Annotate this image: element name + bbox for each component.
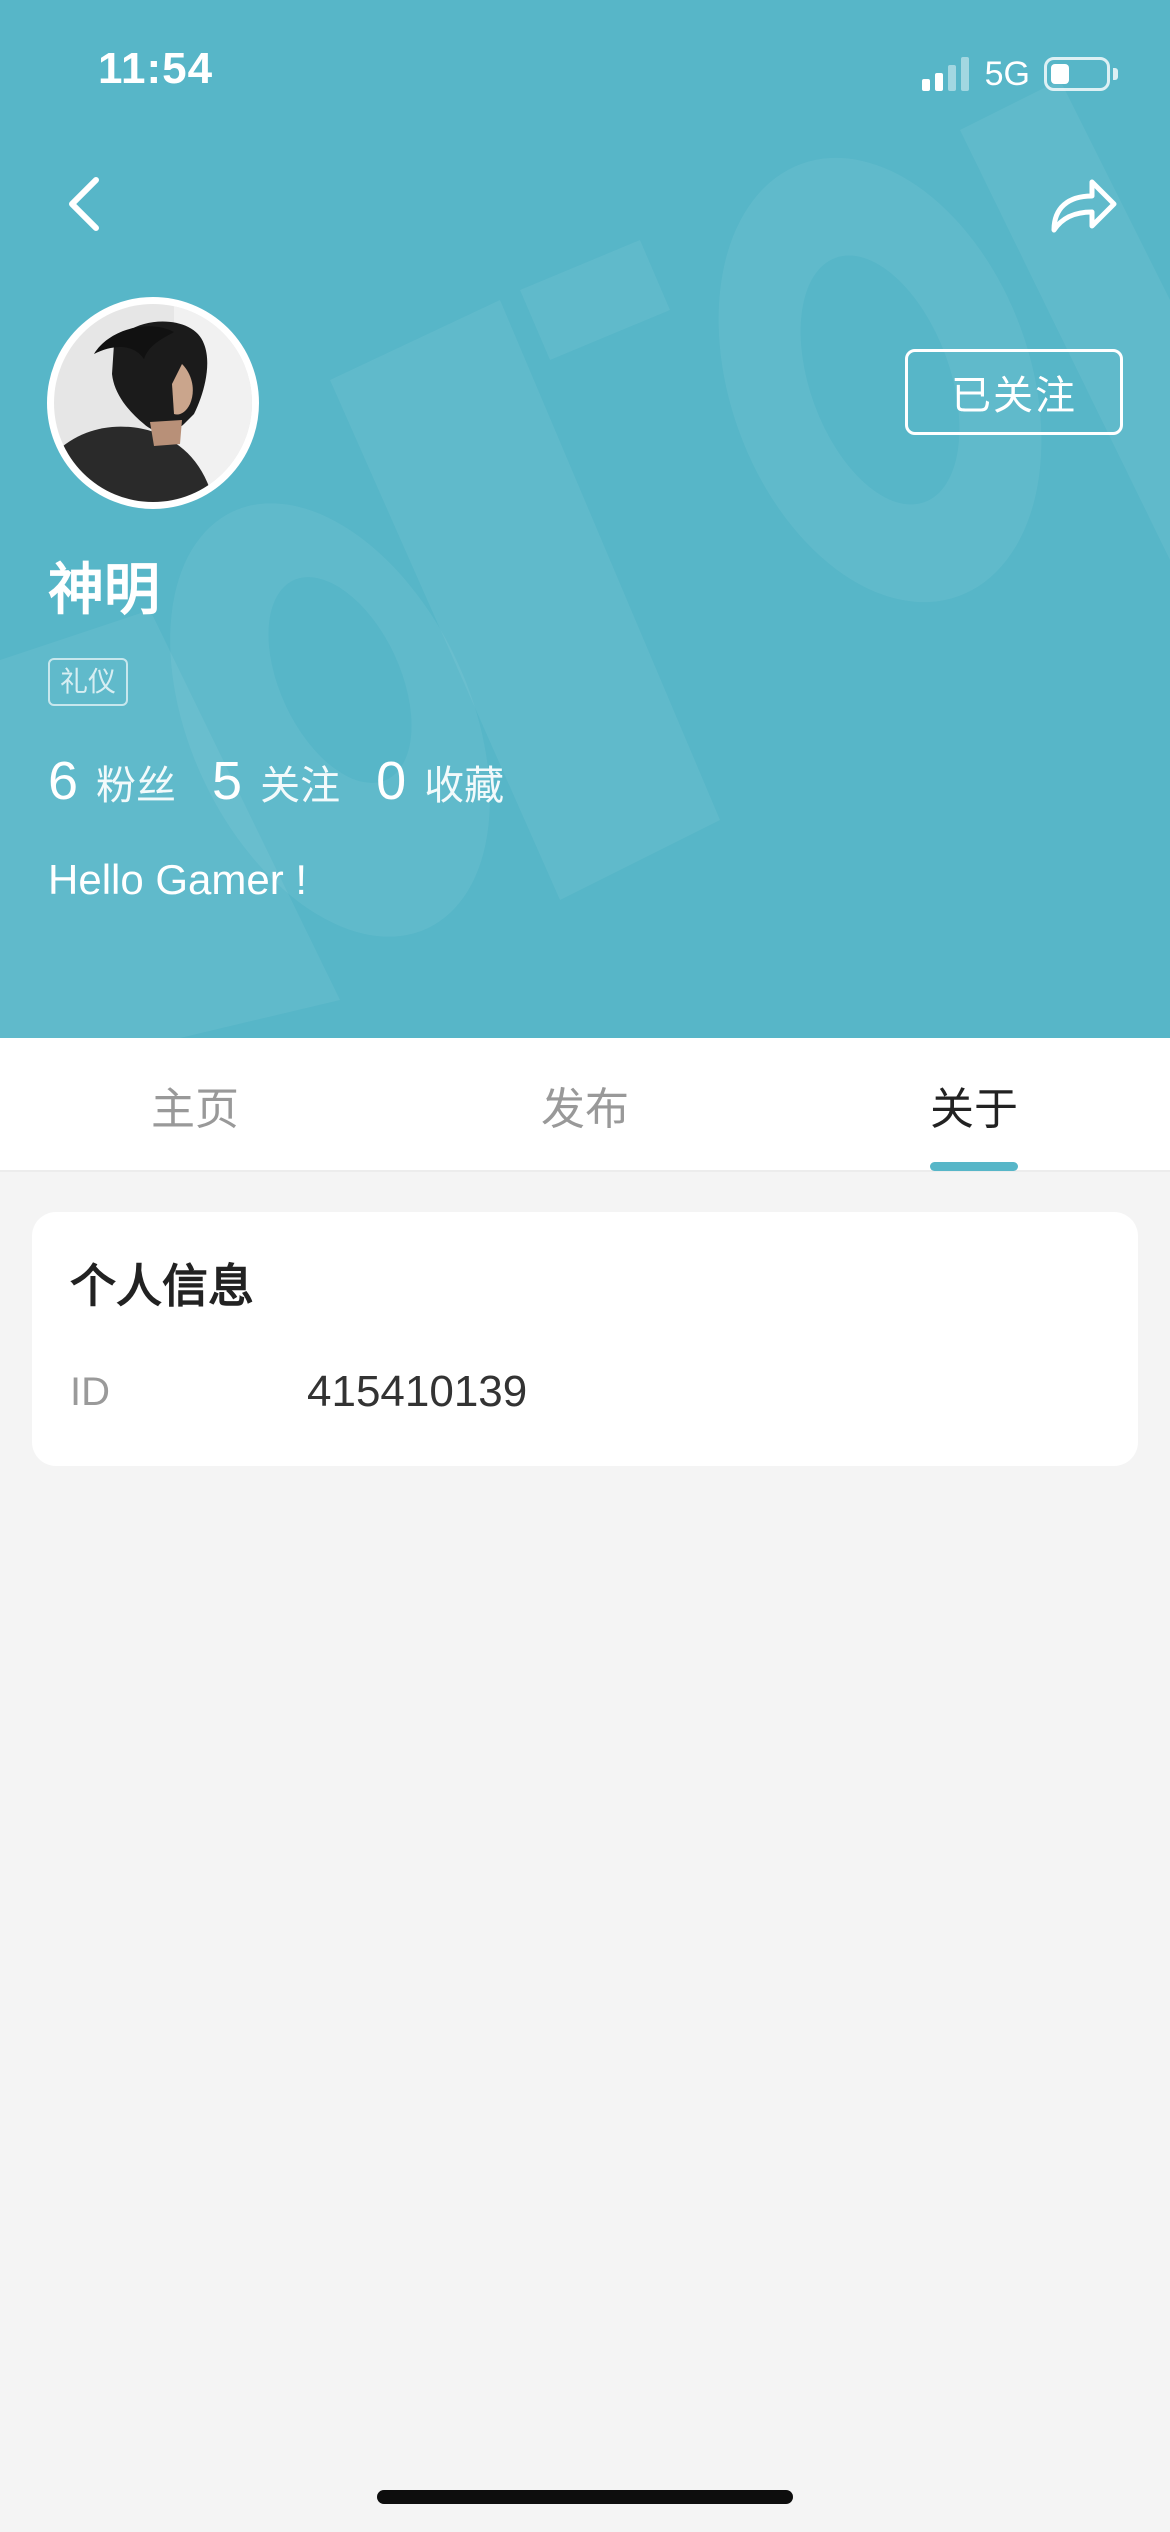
stat-followers[interactable]: 6 粉丝 — [48, 750, 176, 812]
stat-value: 0 — [376, 751, 407, 811]
profile-screen: 11:54 5G 已关注 神明 礼仪 6 粉丝 5 关注 0 收藏 Hello … — [0, 0, 1170, 2532]
share-button[interactable] — [1048, 172, 1118, 238]
tab-about[interactable]: 关于 — [869, 1038, 1079, 1172]
username: 神明 — [48, 558, 160, 623]
profile-header: 11:54 5G 已关注 神明 礼仪 6 粉丝 5 关注 0 收藏 Hello … — [0, 0, 1170, 1038]
id-value: 415410139 — [307, 1367, 528, 1416]
back-button[interactable] — [58, 172, 118, 236]
user-tag: 礼仪 — [48, 658, 129, 706]
follow-status-button[interactable]: 已关注 — [905, 349, 1123, 435]
avatar[interactable] — [47, 297, 259, 509]
home-indicator[interactable] — [377, 2490, 793, 2504]
network-label: 5G — [984, 54, 1030, 93]
personal-info-card: 个人信息 ID 415410139 — [32, 1212, 1138, 1466]
stat-label: 粉丝 — [96, 763, 177, 809]
profile-tabs: 主页 发布 关于 — [0, 1038, 1170, 1172]
stat-value: 5 — [212, 751, 243, 811]
battery-cap — [1113, 68, 1118, 80]
id-label: ID — [70, 1370, 110, 1414]
stat-following[interactable]: 5 关注 — [212, 750, 340, 812]
profile-stats: 6 粉丝 5 关注 0 收藏 — [48, 750, 540, 812]
stat-favorites[interactable]: 0 收藏 — [376, 750, 504, 812]
status-time: 11:54 — [98, 44, 214, 93]
battery-icon — [1044, 57, 1110, 91]
card-title: 个人信息 — [70, 1259, 254, 1313]
stat-label: 关注 — [260, 763, 341, 809]
stat-value: 6 — [48, 751, 79, 811]
avatar-photo — [54, 304, 252, 502]
tab-posts[interactable]: 发布 — [480, 1038, 690, 1172]
chevron-left-icon — [69, 177, 99, 231]
active-tab-indicator — [930, 1162, 1018, 1171]
tab-home[interactable]: 主页 — [90, 1038, 300, 1172]
signal-icon — [921, 57, 969, 91]
status-indicators: 5G — [921, 54, 1118, 94]
user-bio: Hello Gamer ! — [48, 856, 308, 903]
share-arrow-icon — [1051, 179, 1117, 233]
stat-label: 收藏 — [424, 763, 505, 809]
